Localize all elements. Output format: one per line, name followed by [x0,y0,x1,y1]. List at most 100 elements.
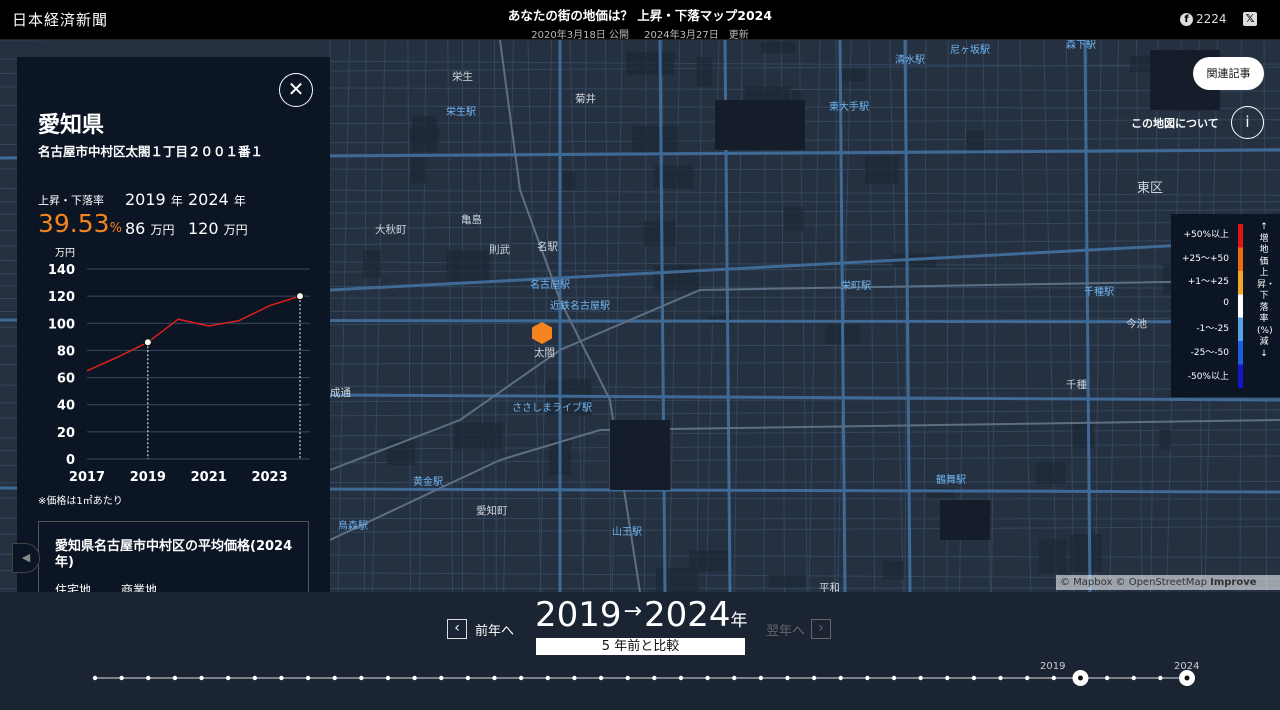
city-block [1038,539,1067,574]
price-chart: 万円 0 20 40 60 80 100 120 140 2017 2019 2021 2023 [48,248,310,485]
map-label: ささしまライブ駅 [512,403,592,414]
timeline-dot [891,675,897,681]
city-block [653,265,700,291]
street [363,40,367,592]
average-price-box: 愛知県名古屋市中村区の平均価格(2024年) 住宅地 商業地 [38,521,309,592]
about-map-label[interactable]: この地図について [1131,115,1219,131]
timeline-selected-center [1077,675,1083,681]
year-unit: 年 [730,611,748,631]
map-label: 尼ヶ坂駅 [950,45,990,56]
year-from-value: 2019 [125,190,166,209]
map-label: 山王駅 [612,527,642,538]
y-tick-label: 140 [48,263,75,278]
y-tick-label: 60 [57,372,75,387]
location-marker[interactable] [530,321,554,345]
timeline-dot [652,675,657,681]
map-label: 東区 [1137,181,1164,196]
street [1065,40,1075,592]
timeline-dot [625,675,630,681]
map-label: 大秋町 [375,224,407,236]
city-block [1159,429,1172,449]
street [1043,40,1058,592]
city-block [563,171,576,191]
timeline-dot [119,675,124,681]
city-block [656,567,699,592]
main-road [1083,40,1092,592]
timeline-dot [279,675,284,681]
next-year-button[interactable]: 翌年へ › [766,619,832,639]
city-block [631,126,679,153]
previous-year-label: 前年へ [475,623,515,639]
residential-label: 住宅地 [55,583,92,592]
city-block [696,57,712,88]
city-block [837,68,867,82]
city-block [446,250,490,282]
related-articles-button[interactable]: 関連記事 [1193,57,1264,90]
map-label: 菊井 [575,93,596,105]
street [371,40,386,592]
y-tick-label: 120 [48,290,75,305]
street [696,40,702,592]
timeline-dot [678,675,684,681]
previous-year-button[interactable]: ‹ 前年へ [447,619,514,639]
timeline-dot [998,675,1003,681]
legend-color-bar [1238,224,1243,388]
street [834,40,837,592]
next-year-label: 翌年へ [766,623,806,639]
year-unit: 年 [233,194,246,208]
street [889,40,904,592]
legend-row: 0 [1223,298,1229,308]
map-label: 名古屋駅 [530,280,570,291]
legend-row: +1〜+25 [1187,277,1229,287]
map-label: 鶴舞駅 [936,475,966,486]
facebook-share-button[interactable]: f 2224 [1180,12,1227,26]
street [868,40,876,592]
timeline-dot [945,675,950,681]
timeline-dot [1104,675,1110,681]
year-control-footer: ‹ 前年へ 2019→2024年 5 年前と比較 翌年へ › 2019 2024 [0,592,1280,710]
price-from: 86 万円 [125,219,174,238]
prefecture-title: 愛知県 [38,113,105,138]
city-block [761,41,796,53]
timeline-dot [465,675,471,681]
close-button[interactable]: ✕ [279,73,313,107]
map-label: 平和 [819,582,840,592]
legend-row: -25〜-50 [1190,348,1229,358]
price-note: ※価格は1㎡あたり [38,496,123,507]
x-share-icon[interactable]: 𝕏 [1243,12,1257,26]
street [1095,40,1102,592]
highlight-point [296,292,304,301]
price-to-value: 120 [188,219,219,238]
price-from-value: 86 [125,219,146,238]
mapbox-credit[interactable]: © Mapbox © OpenStreetMap [1060,577,1207,588]
timeline-dot [811,675,817,681]
city-block [882,560,905,580]
x-tick-label: 2019 [130,470,166,485]
x-tick-label: 2017 [69,470,105,485]
city-block [625,51,675,76]
year-unit: 年 [170,194,183,208]
timeline-dot [838,675,843,681]
street [990,40,999,592]
timeline-dot [785,675,790,681]
info-icon[interactable]: i [1231,106,1264,139]
x-tick-label: 2021 [191,470,227,485]
city-block [643,221,676,247]
map-label: 栄生駅 [446,107,476,118]
year-timeline[interactable] [0,654,1280,694]
map-label: 則武 [489,244,510,256]
timeline-dot [572,675,577,681]
chevron-right-icon: › [811,619,832,639]
y-tick-label: 80 [57,344,75,359]
timeline-dot [758,675,764,681]
page-title: あなたの街の地価は？ 上昇・下落マップ2024 [507,8,773,23]
timeline-dot [199,675,204,681]
city-block [410,153,427,184]
timeline-dot [146,675,151,681]
address: 名古屋市中村区太閤１丁目２００１番１ [38,144,264,159]
legend-row: +50%以上 [1183,230,1229,240]
average-price-title: 愛知県名古屋市中村区の平均価格(2024年) [55,539,293,570]
city-block [768,574,806,588]
timeline-dot [705,675,710,681]
to-year: 2024 [643,595,731,635]
